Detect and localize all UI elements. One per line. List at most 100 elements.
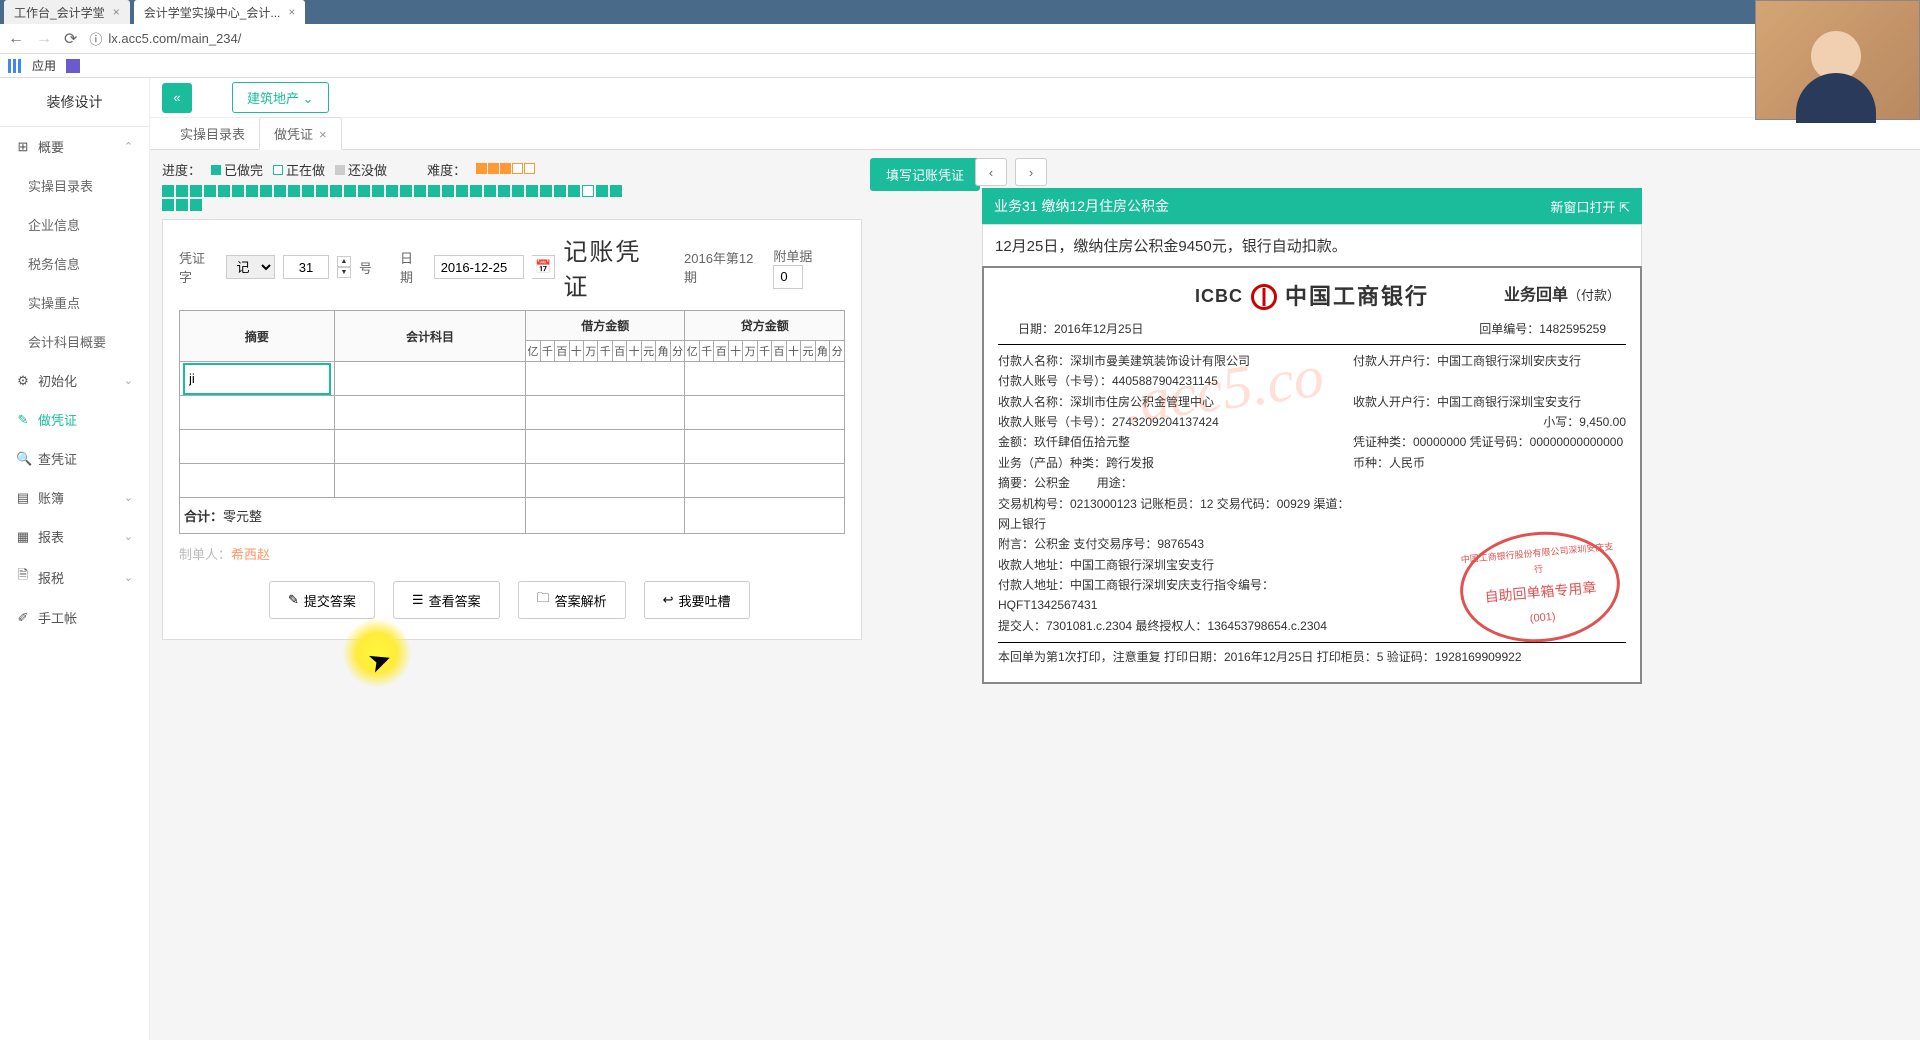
collapse-sidebar-button[interactable]: « (162, 83, 192, 113)
voucher-title: 记账凭证 (563, 232, 666, 302)
view-answer-button[interactable]: ☰查看答案 (393, 581, 500, 619)
date-label: 日期 (400, 248, 426, 286)
list-icon: ☰ (412, 592, 424, 608)
task-panel: 业务31 缴纳12月住房公积金 新窗口打开 ⇱ 12月25日，缴纳住房公积金94… (982, 188, 1642, 684)
col-subject: 会计科目 (334, 311, 525, 362)
fill-voucher-button[interactable]: 填写记账凭证 (870, 158, 980, 191)
category-dropdown[interactable]: 建筑地产 ⌄ (232, 82, 329, 113)
voucher-workspace: 进度： 已做完 正在做 还没做 难度： 填写记账凭证 ‹ › 凭证字 记 ▲▼ (150, 150, 1920, 650)
folder-icon: 🗀 (537, 589, 550, 611)
chevron-down-icon: ⌄ (124, 530, 133, 543)
report-icon: ▦ (16, 529, 30, 545)
action-row: ✎提交答案 ☰查看答案 🗀答案解析 ↩我要吐槽 (179, 581, 845, 619)
search-icon: 🔍 (16, 451, 30, 467)
total-cell: 合计：零元整 (180, 498, 526, 534)
task-description: 12月25日，缴纳住房公积金9450元，银行自动扣款。 (982, 224, 1642, 266)
preparer: 制单人：希西赵 (179, 544, 845, 563)
legend-doing-icon (273, 165, 283, 175)
chevron-down-icon: ⌄ (124, 491, 133, 504)
sidebar: 装修设计 ⊞概要⌃ 实操目录表 企业信息 税务信息 实操重点 会计科目概要 ⚙初… (0, 78, 150, 1040)
sidebar-item-ledger[interactable]: ▤账簿⌄ (0, 478, 149, 517)
receipt-type: 业务回单（付款） (1504, 282, 1620, 309)
progress-label: 进度： (162, 160, 201, 179)
sidebar-item-catalog[interactable]: 实操目录表 (0, 166, 149, 205)
next-button[interactable]: › (1015, 158, 1047, 186)
page-tabs: 实操目录表 做凭证× (150, 118, 1920, 150)
sidebar-header: 装修设计 (0, 78, 149, 127)
edit-icon: ✎ (288, 592, 299, 608)
legend-todo-icon (335, 165, 345, 175)
calendar-icon[interactable]: 📅 (532, 255, 556, 279)
close-icon[interactable]: × (319, 127, 327, 142)
progress-grid (162, 185, 632, 211)
receipt-meta: 日期：2016年12月25日 回单编号：1482595259 (998, 319, 1626, 343)
chevron-down-icon: ⌄ (124, 374, 133, 387)
sidebar-item-tax-info[interactable]: 税务信息 (0, 244, 149, 283)
col-summary: 摘要 (180, 311, 335, 362)
forward-icon[interactable]: → (36, 30, 52, 48)
chevron-up-icon: ⌃ (124, 140, 133, 153)
pen-icon: ✐ (16, 610, 30, 626)
topbar: « 建筑地产 ⌄ 希西赵（SVIP会员） (150, 78, 1920, 118)
pencil-icon: ✎ (16, 412, 30, 428)
sidebar-item-init[interactable]: ⚙初始化⌄ (0, 361, 149, 400)
webcam-overlay (1755, 0, 1920, 120)
reply-icon: ↩ (663, 592, 674, 608)
browser-tab-2[interactable]: 会计学堂实操中心_会计...× (134, 0, 306, 24)
sidebar-item-company[interactable]: 企业信息 (0, 205, 149, 244)
bank-name: 中国工商银行 (1285, 278, 1429, 315)
feedback-button[interactable]: ↩我要吐槽 (644, 581, 750, 619)
file-icon: 🗎 (16, 566, 30, 588)
icbc-logo-icon (1251, 284, 1277, 310)
cursor-icon: ➤ (363, 641, 396, 680)
sidebar-item-subjects[interactable]: 会计科目概要 (0, 322, 149, 361)
attach-label: 附单据 (773, 246, 845, 289)
apps-label[interactable]: 应用 (32, 57, 56, 74)
answer-analysis-button[interactable]: 🗀答案解析 (518, 581, 626, 619)
gear-icon: ⚙ (16, 373, 30, 389)
address-bar[interactable]: ⓘlx.acc5.com/main_234/ (89, 29, 241, 48)
bookmark-icon[interactable] (66, 59, 80, 73)
apps-icon[interactable] (8, 59, 22, 73)
info-icon: ⓘ (89, 29, 102, 48)
receipt-footer: 本回单为第1次打印，注意重复 打印日期：2016年12月25日 打印柜员：5 验… (998, 642, 1626, 667)
bookmark-bar: 应用 (0, 54, 1920, 78)
voucher-number-input[interactable] (283, 255, 329, 279)
sidebar-item-report[interactable]: ▦报表⌄ (0, 517, 149, 556)
bank-receipt: .acc5.co ICBC 中国工商银行 业务回单（付款） 日期：2016年12… (982, 266, 1642, 684)
date-input[interactable] (434, 255, 524, 279)
sidebar-item-overview[interactable]: ⊞概要⌃ (0, 127, 149, 166)
col-debit: 借方金额 (526, 311, 685, 341)
tab-catalog[interactable]: 实操目录表 (166, 118, 259, 149)
reload-icon[interactable]: ⟳ (64, 29, 77, 49)
close-icon[interactable]: × (113, 5, 120, 19)
browser-tab-1[interactable]: 工作台_会计学堂× (4, 0, 130, 24)
voucher-table: 摘要 会计科目 借方金额 贷方金额 亿千百十万千百十元角分亿千百十万千百十元角分… (179, 310, 845, 534)
difficulty-label: 难度： (427, 160, 466, 179)
chevron-down-icon: ⌄ (124, 571, 133, 584)
sidebar-item-keypoint[interactable]: 实操重点 (0, 283, 149, 322)
sidebar-item-make-voucher[interactable]: ✎做凭证 (0, 400, 149, 439)
submit-answer-button[interactable]: ✎提交答案 (269, 581, 375, 619)
voucher-char-select[interactable]: 记 (226, 255, 276, 279)
summary-input[interactable] (183, 363, 331, 395)
main-content: « 建筑地产 ⌄ 希西赵（SVIP会员） 实操目录表 做凭证× 进度： 已做完 … (150, 78, 1920, 1040)
back-icon[interactable]: ← (8, 30, 24, 48)
close-icon[interactable]: × (288, 5, 295, 19)
sidebar-item-check-voucher[interactable]: 🔍查凭证 (0, 439, 149, 478)
sidebar-item-tax[interactable]: 🗎报税⌄ (0, 556, 149, 598)
voucher-num-suffix: 号 (359, 258, 372, 277)
tab-make-voucher[interactable]: 做凭证× (259, 117, 342, 150)
browser-toolbar: ← → ⟳ ⓘlx.acc5.com/main_234/ (0, 24, 1920, 54)
attach-input[interactable] (773, 265, 803, 289)
book-icon: ▤ (16, 490, 30, 506)
chevron-down-icon: ⌄ (303, 91, 314, 106)
sidebar-item-manual[interactable]: ✐手工帐 (0, 598, 149, 637)
voucher-card: 凭证字 记 ▲▼ 号 日期 📅 记账凭证 2016年第12期 附单据 摘要 会计… (162, 219, 862, 640)
legend-done-icon (211, 165, 221, 175)
number-spinner[interactable]: ▲▼ (337, 256, 351, 278)
prev-button[interactable]: ‹ (975, 158, 1007, 186)
browser-tabstrip: 工作台_会计学堂× 会计学堂实操中心_会计...× (0, 0, 1920, 24)
external-icon: ⇱ (1619, 200, 1630, 215)
new-window-link[interactable]: 新窗口打开 ⇱ (1550, 197, 1630, 216)
